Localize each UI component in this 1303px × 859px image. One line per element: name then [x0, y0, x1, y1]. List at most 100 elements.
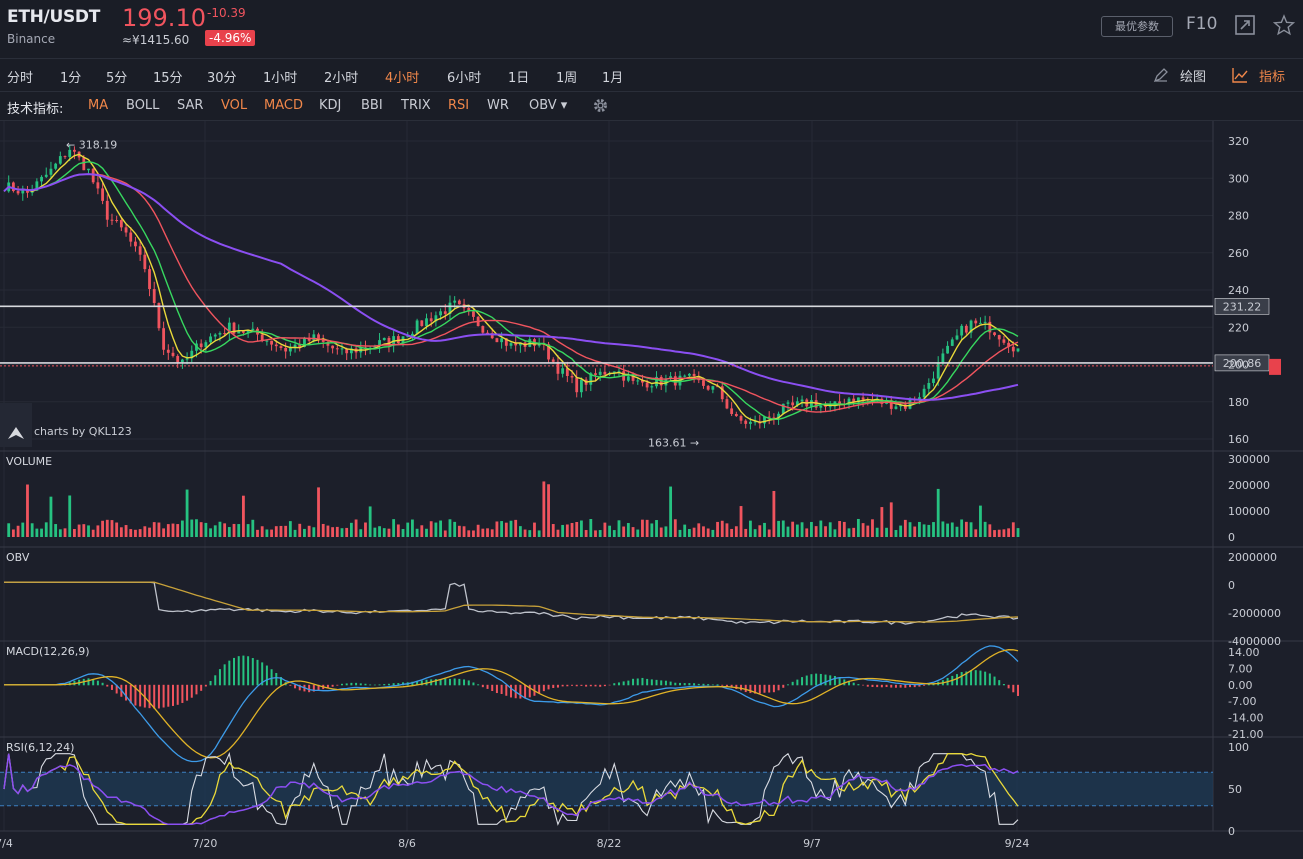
- volume-bar: [894, 530, 898, 537]
- draw-button[interactable]: 绘图: [1180, 66, 1206, 85]
- candle-body: [44, 174, 48, 177]
- volume-bar: [26, 484, 29, 537]
- macd-histogram-bar: [594, 684, 597, 687]
- settings-gear-icon[interactable]: [592, 97, 609, 118]
- indicator-sar[interactable]: SAR: [177, 98, 203, 113]
- tab-timeframe-7[interactable]: 4小时: [385, 67, 419, 86]
- indicator-bbi[interactable]: BBI: [361, 98, 383, 113]
- candle-body: [199, 343, 203, 348]
- tab-timeframe-10[interactable]: 1周: [556, 67, 577, 86]
- volume-bar: [706, 528, 710, 537]
- volume-bar: [889, 502, 893, 537]
- indicator-vol[interactable]: VOL: [221, 98, 247, 113]
- volume-bar: [87, 525, 90, 537]
- tab-timeframe-3[interactable]: 15分: [153, 67, 183, 86]
- indicators-button[interactable]: 指标: [1259, 66, 1285, 85]
- indicator-ma[interactable]: MA: [88, 98, 108, 113]
- volume-bar: [481, 528, 485, 537]
- volume-bar: [7, 523, 11, 537]
- candle-body: [443, 311, 447, 314]
- pencil-icon[interactable]: [1153, 67, 1169, 87]
- indicator-boll[interactable]: BOLL: [126, 98, 159, 113]
- macd-histogram-bar: [355, 682, 358, 686]
- macd-histogram-bar: [265, 665, 268, 686]
- candle-body: [941, 353, 945, 363]
- candle-body: [82, 157, 86, 171]
- tab-timeframe-6[interactable]: 2小时: [324, 67, 358, 86]
- tab-timeframe-8[interactable]: 6小时: [447, 67, 481, 86]
- candle-body: [636, 380, 640, 382]
- indicator-chart-icon[interactable]: [1232, 67, 1248, 87]
- tab-timeframe-0[interactable]: 分时: [7, 67, 33, 86]
- macd-histogram-bar: [294, 684, 297, 689]
- header: ETH/USDT Binance 199.10 -10.39 ≈¥1415.60…: [0, 0, 1303, 59]
- volume-bar: [204, 522, 208, 537]
- volume-bar: [180, 520, 184, 537]
- candle-body: [49, 168, 53, 175]
- indicator-macd[interactable]: MACD: [264, 98, 303, 113]
- tab-timeframe-2[interactable]: 5分: [106, 67, 127, 86]
- volume-bar: [63, 528, 67, 537]
- tab-timeframe-9[interactable]: 1日: [508, 67, 529, 86]
- fullscreen-icon[interactable]: [1234, 14, 1256, 36]
- volume-bar: [697, 523, 701, 537]
- indicator-rsi[interactable]: RSI: [448, 98, 469, 113]
- volume-bar: [143, 526, 147, 537]
- volume-bar: [594, 530, 597, 537]
- indicator-trix[interactable]: TRIX: [401, 98, 431, 113]
- change-percent-badge: -4.96%: [205, 30, 256, 46]
- f10-button[interactable]: F10: [1186, 14, 1217, 34]
- candle-body: [143, 254, 147, 270]
- volume-bar: [509, 520, 513, 537]
- macd-histogram-bar: [87, 678, 90, 686]
- macd-histogram-bar: [970, 670, 973, 686]
- macd-histogram-bar: [716, 684, 719, 686]
- candle-body: [828, 406, 832, 408]
- macd-histogram-bar: [923, 684, 926, 686]
- volume-bar: [969, 522, 973, 537]
- indicator-wr[interactable]: WR: [487, 98, 509, 113]
- volume-bar: [720, 520, 724, 537]
- tab-timeframe-5[interactable]: 1小时: [263, 67, 297, 86]
- candle-body: [974, 320, 978, 324]
- volume-bar: [152, 522, 156, 537]
- volume-bar: [486, 528, 489, 537]
- candle-body: [993, 332, 996, 336]
- best-params-button[interactable]: 最优参数: [1101, 16, 1173, 37]
- indicator-obv-dropdown[interactable]: OBV ▾: [529, 98, 567, 113]
- candle-body: [800, 399, 804, 402]
- tab-timeframe-4[interactable]: 30分: [207, 67, 237, 86]
- macd-histogram-bar: [777, 684, 780, 691]
- macd-histogram-bar: [763, 684, 766, 693]
- tab-timeframe-1[interactable]: 1分: [60, 67, 81, 86]
- volume-bar: [903, 519, 907, 537]
- macd-histogram-bar: [157, 684, 160, 709]
- macd-tick-label: -7.00: [1228, 695, 1256, 708]
- date-tick-label: 7/20: [193, 837, 218, 850]
- candle-body: [575, 377, 579, 393]
- candle-body: [63, 156, 67, 158]
- tab-timeframe-11[interactable]: 1月: [602, 67, 623, 86]
- volume-bar: [396, 524, 400, 537]
- candle-body: [570, 376, 574, 378]
- macd-histogram-bar: [679, 682, 681, 686]
- star-icon[interactable]: [1272, 14, 1296, 36]
- volume-bar: [439, 520, 442, 537]
- indicator-bar-label: 技术指标:: [7, 102, 64, 117]
- price-change: -10.39: [207, 6, 246, 20]
- last-price: 199.10: [122, 4, 206, 32]
- macd-histogram-bar: [894, 684, 897, 688]
- chart-area[interactable]: 231.22200.86← 318.19163.61 →charts by QK…: [0, 121, 1303, 859]
- candle-body: [279, 346, 283, 348]
- candle-body: [209, 336, 212, 343]
- volume-bar: [359, 529, 363, 537]
- price-tick-label: 240: [1228, 284, 1249, 297]
- macd-histogram-bar: [148, 684, 151, 709]
- indicator-kdj[interactable]: KDJ: [319, 98, 341, 113]
- candle-body: [908, 399, 912, 409]
- volume-bar: [598, 530, 602, 537]
- candle-body: [242, 331, 245, 333]
- volume-bar: [603, 522, 607, 537]
- price-tick-label: 180: [1228, 396, 1249, 409]
- macd-histogram-bar: [960, 672, 963, 686]
